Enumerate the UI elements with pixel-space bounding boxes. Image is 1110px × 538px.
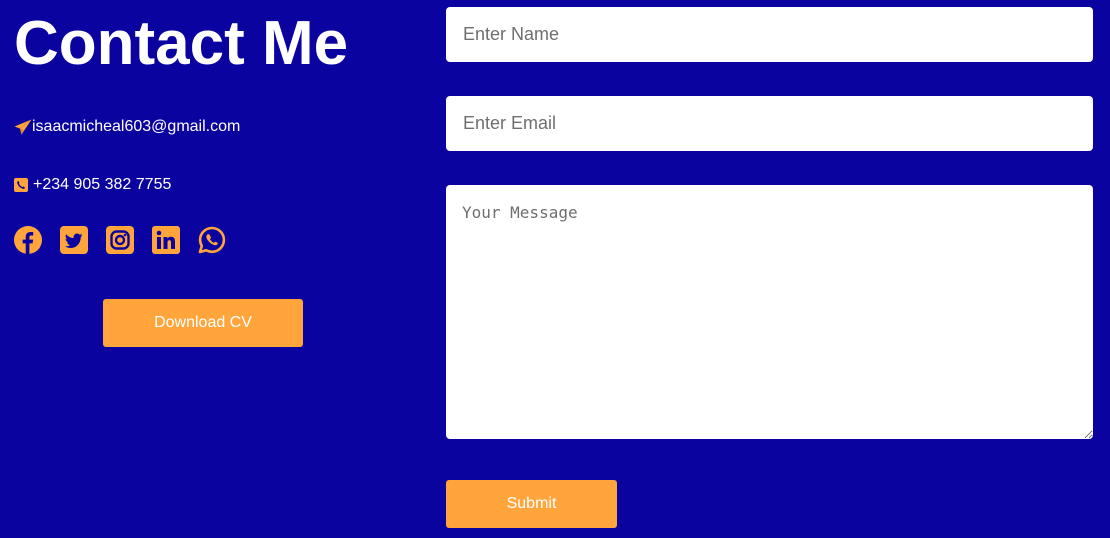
facebook-icon[interactable] <box>14 226 42 254</box>
linkedin-icon[interactable] <box>152 226 180 254</box>
whatsapp-icon[interactable] <box>198 226 226 254</box>
page-title: Contact Me <box>14 9 349 78</box>
name-input[interactable] <box>446 7 1093 62</box>
instagram-icon[interactable] <box>106 226 134 254</box>
phone-text: +234 905 382 7755 <box>33 176 172 193</box>
twitter-icon[interactable] <box>60 226 88 254</box>
email-input[interactable] <box>446 96 1093 151</box>
submit-button[interactable]: Submit <box>446 480 617 528</box>
phone-row: +234 905 382 7755 <box>14 176 171 194</box>
phone-icon <box>14 178 28 192</box>
email-text: isaacmicheal603@gmail.com <box>32 118 241 135</box>
message-textarea[interactable] <box>446 185 1093 439</box>
paper-plane-icon <box>14 119 32 135</box>
download-cv-button[interactable]: Download CV <box>103 299 303 347</box>
email-row: isaacmicheal603@gmail.com <box>14 118 240 136</box>
social-links <box>14 226 226 254</box>
